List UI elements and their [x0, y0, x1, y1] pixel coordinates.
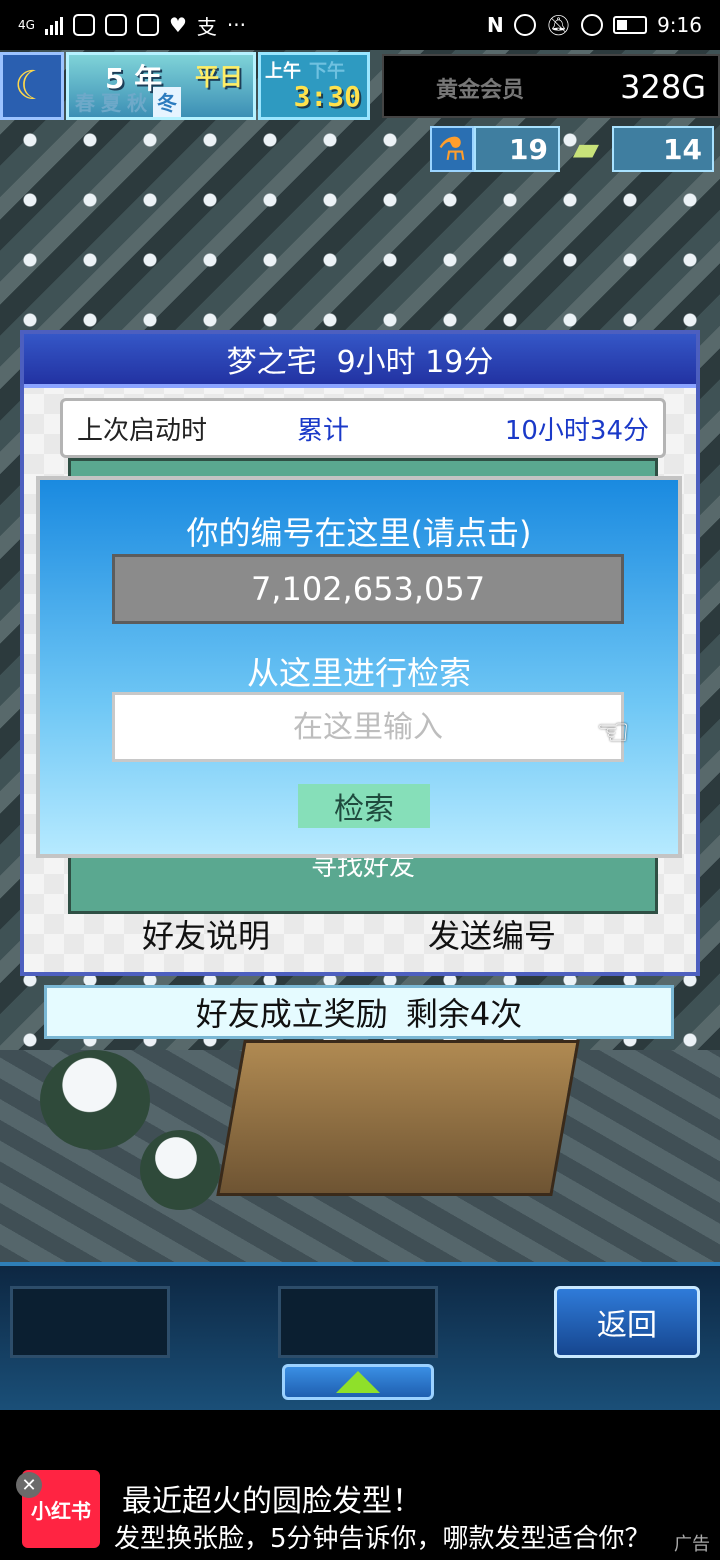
send-id-link[interactable]: 发送编号 [428, 911, 556, 957]
dialog-title: 你的编号在这里(请点击) [186, 514, 532, 552]
ad-body: 发型换张脸，5分钟告诉你，哪款发型适合你？ [114, 1524, 651, 1554]
game-clock: 3:30 [293, 80, 361, 113]
membership-label: 黄金会员 [436, 78, 525, 103]
hand-app-icon [104, 14, 127, 36]
battery-icon [613, 16, 648, 34]
scene-house [216, 1040, 580, 1196]
reward-label: 好友成立奖励 [195, 995, 388, 1033]
snow-tree [140, 1130, 220, 1210]
date-box: 5 年 平日 春 夏 秋 冬 [66, 52, 256, 120]
hud-top: ☾ 5 年 平日 春 夏 秋 冬 上午 下午 3:30 黄金会员 328G [0, 50, 720, 124]
snow-tree [40, 1050, 150, 1150]
friend-search-input[interactable] [112, 692, 624, 762]
launch-info-row: 上次启动时 累计 10小时34分 [60, 398, 666, 458]
browser-app-icon [136, 14, 159, 36]
bottom-bar: 返回 [0, 1262, 720, 1410]
alipay-icon: 支 [196, 14, 217, 39]
ad-tag: 广告 [674, 1534, 710, 1555]
season-winter: 冬 [153, 87, 181, 117]
left-slot-button[interactable] [10, 1286, 170, 1358]
friend-id-dialog: 你的编号在这里(请点击) 7,102,653,057 从这里进行检索 ☜ 检索 [36, 476, 682, 858]
research-count: 19 [474, 126, 560, 172]
last-launch-label: 上次启动时 [77, 415, 208, 446]
play-time: 9小时 19分 [336, 345, 494, 380]
cumulative-value: 10小时34分 [504, 415, 649, 446]
friend-help-link[interactable]: 好友说明 [142, 911, 270, 957]
ad-title: 最近超火的圆脸发型！ [122, 1484, 422, 1519]
clock-time: 9:16 [657, 13, 702, 37]
time-box: 上午 下午 3:30 [258, 52, 370, 120]
music-app-icon [72, 14, 95, 36]
speed-icon [581, 14, 604, 36]
network-label: 4G [18, 18, 35, 32]
ticket-count: 14 [612, 126, 714, 172]
nfc-icon: N [486, 13, 504, 37]
panel-links: 好友说明 发送编号 [24, 906, 696, 962]
status-bar: 4G ♥ 支 ··· N 🔕︎ 9:16 [0, 0, 720, 50]
ticket-icon: ▰ [572, 129, 600, 169]
player-id-box[interactable]: 7,102,653,057 [112, 554, 624, 624]
ad-banner[interactable]: 小红书 ✕ 最近超火的圆脸发型！ 发型换张脸，5分钟告诉你，哪款发型适合你？ 广… [0, 1410, 720, 1560]
more-notifications-icon: ··· [226, 13, 246, 37]
cumulative-label: 累计 [297, 415, 350, 446]
research-potion-icon: ⚗ [430, 126, 474, 172]
signal-icon [44, 15, 63, 35]
alarm-icon [513, 14, 536, 36]
center-slot-button[interactable] [278, 1286, 438, 1358]
friend-reward-banner: 好友成立奖励 剩余4次 [44, 985, 674, 1039]
pointing-hand-icon: ☜ [596, 710, 631, 754]
search-title: 从这里进行检索 [246, 654, 471, 692]
moon-icon: ☾ [0, 52, 64, 120]
health-icon: ♥ [168, 13, 187, 37]
resource-row: ⚗ 19 ▰ 14 [430, 124, 720, 174]
season-summer: 夏 [101, 91, 121, 115]
close-icon[interactable]: ✕ [16, 1472, 42, 1498]
season-row: 春 夏 秋 冬 [69, 87, 253, 117]
up-arrow-icon [336, 1371, 380, 1393]
expand-menu-button[interactable] [282, 1364, 434, 1400]
panel-title: 梦之宅 9小时 19分 [24, 334, 696, 388]
season-autumn: 秋 [127, 91, 147, 115]
back-button[interactable]: 返回 [554, 1286, 700, 1358]
reward-remaining: 剩余4次 [405, 995, 523, 1033]
search-button[interactable]: 检索 [298, 784, 430, 828]
season-spring: 春 [75, 91, 95, 115]
gold-amount: 328G [620, 68, 706, 106]
gold-box: 黄金会员 328G [382, 54, 720, 118]
house-name: 梦之宅 [226, 345, 317, 380]
mute-icon: 🔕︎ [545, 13, 572, 37]
